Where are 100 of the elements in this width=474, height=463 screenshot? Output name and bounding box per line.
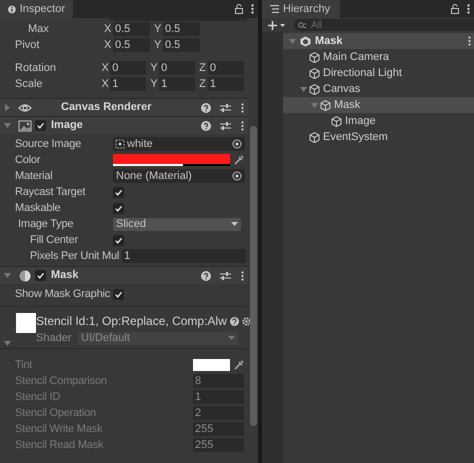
material-title: Stencil Id:1, Op:Replace, Comp:Alw [36, 313, 227, 330]
more-icon[interactable] [467, 4, 470, 14]
scrollbar[interactable] [250, 126, 257, 426]
help-icon [201, 102, 211, 112]
checkbox[interactable] [113, 288, 124, 300]
field-label: Fill Center [29, 232, 79, 248]
lock-icon[interactable] [451, 4, 459, 14]
number-field[interactable]: 0 [159, 61, 196, 75]
field-label: Scale [14, 76, 44, 92]
number-field[interactable]: 1 [159, 77, 196, 91]
sliders-icon [220, 102, 231, 112]
cube-icon [320, 100, 331, 110]
hierarchy-item[interactable]: EventSystem [283, 129, 474, 145]
axis-label: Z [199, 60, 207, 76]
more-icon [241, 102, 244, 112]
sliders-icon [220, 270, 231, 280]
checkbox[interactable] [113, 186, 124, 198]
info-icon [8, 4, 16, 14]
color-swatch[interactable] [193, 359, 230, 371]
checkbox[interactable] [113, 234, 124, 246]
number-field[interactable]: 1 [110, 77, 146, 91]
number-field[interactable]: 0.5 [163, 38, 200, 52]
tab-title: Hierarchy [283, 2, 330, 17]
axis-label: X [104, 38, 112, 53]
field-label: Source Image [14, 136, 82, 152]
number-field[interactable]: 0.5 [113, 22, 150, 36]
hierarchy-tab[interactable]: Hierarchy [262, 0, 340, 18]
field-label: Stencil Read Mask [14, 438, 104, 453]
hierarchy-item[interactable]: Directional Light [283, 65, 474, 81]
hierarchy-item[interactable]: Mask [283, 97, 474, 113]
more-icon[interactable] [251, 4, 254, 14]
target-icon [232, 171, 242, 181]
field-label: Show Mask Graphic [14, 286, 112, 302]
component-title: Canvas Renderer [61, 100, 152, 116]
checkbox[interactable] [113, 202, 124, 214]
unity-scene-icon [300, 36, 311, 46]
dropdown-arrow-icon [228, 336, 235, 340]
field-label: Rotation [14, 60, 57, 76]
cube-icon [309, 68, 320, 78]
object-field[interactable]: None (Material) [113, 169, 245, 183]
lock-icon[interactable] [235, 4, 243, 14]
tab-title: Inspector [20, 2, 65, 17]
help-icon [230, 316, 239, 326]
hierarchy-item[interactable]: Image [283, 113, 474, 129]
field-label: Pivot [14, 38, 40, 53]
dropdown-arrow-icon [231, 222, 238, 226]
component-header[interactable]: Canvas Renderer [0, 98, 248, 116]
axis-label: Y [154, 22, 162, 37]
field-label: Image Type [17, 216, 74, 232]
cube-icon [331, 116, 342, 126]
image-icon [18, 120, 32, 132]
field-label: Material [14, 168, 54, 184]
help-icon [201, 120, 211, 130]
number-field: 255 [193, 422, 244, 436]
cube-icon [309, 52, 320, 62]
axis-label: X [104, 22, 112, 37]
field-label: Stencil Operation [14, 406, 97, 421]
number-field[interactable]: 0.5 [163, 22, 200, 36]
material-preview [16, 313, 36, 333]
field-label: Shader [36, 330, 72, 346]
number-field[interactable]: 0 [208, 61, 244, 75]
hierarchy-item[interactable]: Canvas [283, 81, 474, 97]
component-title: Image [51, 118, 83, 134]
number-field[interactable]: 0 [110, 61, 146, 75]
cube-icon [309, 84, 320, 94]
axis-label: X [102, 76, 110, 92]
field-label: Max [27, 22, 50, 37]
field-label: Stencil Comparison [14, 374, 108, 389]
eyedropper-icon [234, 155, 244, 165]
number-field: 255 [193, 438, 244, 452]
field-label: Stencil ID [14, 390, 62, 405]
more-icon [468, 36, 471, 46]
eyedropper-icon [234, 360, 244, 370]
axis-label: Y [150, 60, 159, 76]
add-dropdown-icon[interactable] [268, 20, 286, 30]
number-field[interactable]: 1 [208, 77, 244, 91]
axis-label: X [102, 60, 110, 76]
more-icon [241, 120, 244, 130]
component-header[interactable]: Mask [0, 266, 248, 284]
color-swatch[interactable] [113, 154, 230, 166]
number-field: 1 [193, 390, 244, 404]
number-field[interactable]: 0.5 [113, 38, 150, 52]
eye-icon [18, 102, 32, 114]
checkbox[interactable] [35, 120, 46, 131]
axis-label: Y [150, 76, 159, 92]
gear-icon [242, 316, 251, 326]
text-field[interactable]: 1 [122, 249, 246, 263]
dropdown[interactable]: Sliced [113, 218, 241, 230]
number-field: 2 [193, 406, 244, 420]
field-label: Raycast Target [14, 184, 86, 200]
scene-header[interactable]: Mask [283, 33, 474, 49]
mask-icon [18, 270, 32, 282]
checkbox[interactable] [35, 270, 46, 281]
field-label: Maskable [14, 200, 62, 216]
hierarchy-item[interactable]: Main Camera [283, 49, 474, 65]
field-label: Pixels Per Unit Mul [29, 248, 120, 264]
sprite-icon [115, 139, 125, 149]
object-field[interactable]: white [113, 137, 245, 151]
component-header[interactable]: Image [0, 116, 248, 134]
inspector-tab[interactable]: Inspector [0, 0, 73, 18]
